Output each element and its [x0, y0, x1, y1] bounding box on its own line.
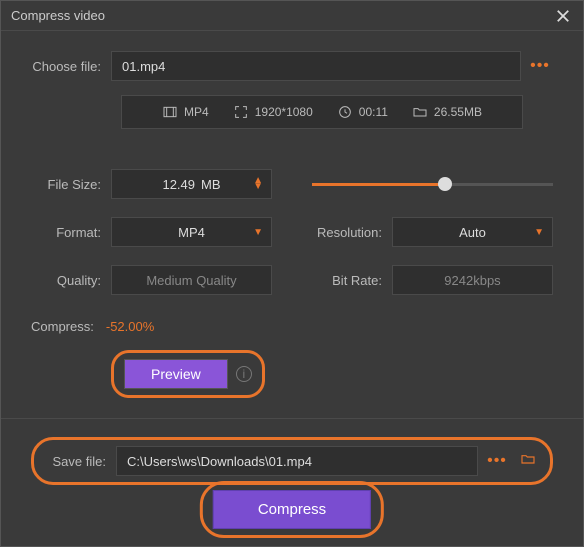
spinner-icon: ▲▼ — [253, 178, 263, 190]
resolution-label: Resolution: — [312, 225, 392, 240]
save-file-highlight: Save file: ••• — [31, 437, 553, 485]
ellipsis-icon: ••• — [487, 452, 507, 469]
bitrate-display: 9242kbps — [392, 265, 553, 295]
quality-label: Quality: — [31, 273, 111, 288]
save-file-browse-button[interactable]: ••• — [484, 452, 510, 470]
film-icon — [162, 104, 178, 120]
resolution-value: Auto — [459, 225, 486, 240]
choose-file-browse-button[interactable]: ••• — [527, 57, 553, 75]
compress-highlight: Compress — [200, 481, 384, 538]
filesize-slider[interactable] — [312, 169, 553, 199]
quality-value: Medium Quality — [146, 273, 236, 288]
ellipsis-icon: ••• — [530, 57, 550, 74]
preview-button[interactable]: Preview — [124, 359, 228, 389]
compress-ratio-label: Compress: — [31, 319, 94, 334]
meta-duration-value: 00:11 — [359, 105, 388, 119]
filesize-label: File Size: — [31, 177, 111, 192]
quality-display: Medium Quality — [111, 265, 272, 295]
open-folder-button[interactable] — [518, 451, 538, 472]
compress-button[interactable]: Compress — [213, 490, 371, 529]
close-icon — [556, 9, 570, 23]
bitrate-label: Bit Rate: — [312, 273, 392, 288]
meta-filesize-value: 26.55MB — [434, 105, 482, 119]
meta-resolution-value: 1920*1080 — [255, 105, 313, 119]
save-file-label: Save file: — [46, 454, 116, 469]
filesize-stepper[interactable]: 12.49 MB ▲▼ — [111, 169, 272, 199]
folder-icon — [412, 104, 428, 120]
meta-format-value: MP4 — [184, 105, 209, 119]
chevron-down-icon: ▼ — [534, 227, 544, 238]
bitrate-value: 9242kbps — [444, 273, 500, 288]
file-meta-strip: MP4 1920*1080 00:11 26.55MB — [121, 95, 523, 129]
choose-file-label: Choose file: — [31, 59, 111, 74]
format-label: Format: — [31, 225, 111, 240]
format-value: MP4 — [178, 225, 205, 240]
preview-highlight: Preview i — [111, 350, 265, 398]
close-button[interactable] — [553, 6, 573, 26]
titlebar: Compress video — [1, 1, 583, 31]
compress-ratio-value: -52.00% — [106, 319, 154, 334]
expand-icon — [233, 104, 249, 120]
format-select[interactable]: MP4 ▼ — [111, 217, 272, 247]
meta-filesize: 26.55MB — [412, 104, 482, 120]
chevron-down-icon: ▼ — [253, 227, 263, 238]
slider-thumb[interactable] — [438, 177, 452, 191]
save-file-input[interactable] — [116, 446, 478, 476]
meta-resolution: 1920*1080 — [233, 104, 313, 120]
clock-icon — [337, 104, 353, 120]
resolution-select[interactable]: Auto ▼ — [392, 217, 553, 247]
settings-right-column: Resolution: Auto ▼ Bit Rate: 9242kbps — [312, 169, 553, 313]
settings-left-column: File Size: 12.49 MB ▲▼ Format: MP4 ▼ Qua — [31, 169, 272, 313]
window-title: Compress video — [11, 8, 105, 23]
meta-duration: 00:11 — [337, 104, 388, 120]
compress-ratio-line: Compress: -52.00% — [31, 319, 553, 334]
filesize-unit: MB — [201, 177, 221, 192]
meta-format: MP4 — [162, 104, 209, 120]
compress-video-window: Compress video Choose file: ••• MP4 1920… — [0, 0, 584, 547]
folder-open-icon — [518, 451, 538, 467]
section-divider — [1, 418, 583, 419]
filesize-value: 12.49 — [162, 177, 195, 192]
choose-file-input[interactable] — [111, 51, 521, 81]
info-icon[interactable]: i — [236, 366, 252, 382]
